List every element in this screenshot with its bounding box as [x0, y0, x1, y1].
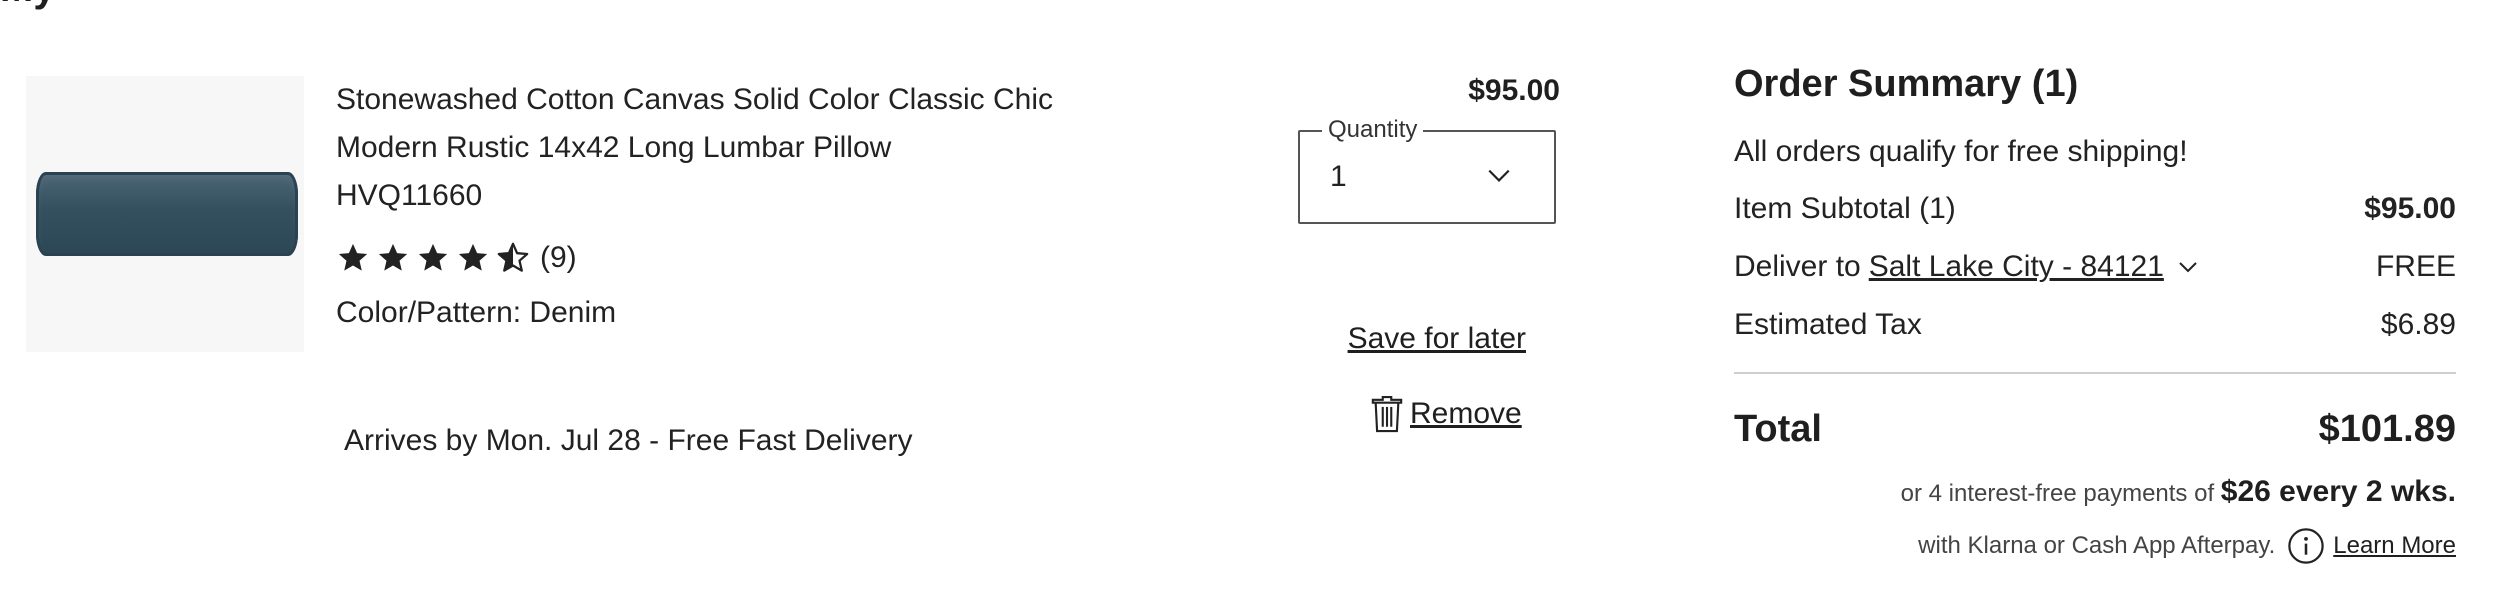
chevron-down-icon [1488, 169, 1510, 182]
product-sku: HVQ11660 [336, 179, 483, 212]
remove-button[interactable]: Remove [1370, 394, 1522, 434]
order-summary: Order Summary (1) All orders qualify for… [1734, 56, 2456, 566]
rating-row[interactable]: (9) [336, 238, 1056, 278]
deliver-location-link[interactable]: Salt Lake City - 84121 [1869, 250, 2164, 284]
color-pattern: Color/Pattern: Denim [336, 296, 617, 329]
star-icon [338, 243, 368, 271]
estimated-tax-label: Estimated Tax [1734, 308, 1922, 341]
installment-amount: $26 every 2 wks. [2220, 475, 2456, 508]
product-image[interactable] [26, 76, 304, 352]
lumbar-pillow-image [36, 172, 298, 256]
installment-prefix: or 4 interest-free payments of [1900, 480, 2215, 507]
cart-page: My Stonewashed Cotton Canvas Solid Color… [0, 0, 2494, 608]
delivery-estimate: Arrives by Mon. Jul 28 - Free Fast Deliv… [344, 424, 913, 457]
save-for-later-link[interactable]: Save for later [1340, 322, 1526, 356]
half-star-icon [497, 242, 529, 272]
rating-count: (9) [540, 241, 577, 274]
trash-icon [1371, 395, 1403, 433]
info-icon[interactable] [2287, 527, 2325, 565]
item-subtotal-row: Item Subtotal (1) $95.00 [1734, 180, 2456, 238]
item-price: $95.00 [1468, 74, 1560, 107]
item-subtotal-label: Item Subtotal (1) [1734, 192, 1956, 225]
installment-provider-line: with Klarna or Cash App Afterpay. Learn … [1734, 526, 2456, 566]
order-summary-title: Order Summary (1) [1734, 63, 2079, 105]
delivery-cost: FREE [2375, 250, 2456, 283]
installment-provider: with Klarna or Cash App Afterpay. [1918, 532, 2276, 559]
estimated-tax-value: $6.89 [2380, 308, 2456, 341]
summary-divider [1734, 372, 2456, 374]
page-heading-fragment: My [0, 0, 60, 10]
star-icon [458, 243, 488, 271]
total-value: $101.89 [2318, 407, 2456, 450]
deliver-to-row: Deliver to Salt Lake City - 84121 FREE [1734, 238, 2456, 296]
quantity-select[interactable]: Quantity 1 [1298, 117, 1556, 224]
product-title[interactable]: Stonewashed Cotton Canvas Solid Color Cl… [336, 76, 1056, 172]
product-info: Stonewashed Cotton Canvas Solid Color Cl… [336, 76, 1056, 330]
learn-more-link[interactable]: Learn More [2333, 532, 2456, 560]
chevron-down-icon[interactable] [2176, 255, 2200, 279]
item-subtotal-value: $95.00 [2364, 192, 2456, 225]
quantity-label: Quantity [1322, 117, 1424, 143]
installment-info: or 4 interest-free payments of $26 every… [1734, 474, 2456, 512]
deliver-to: Deliver to Salt Lake City - 84121 [1734, 250, 2200, 284]
estimated-tax-row: Estimated Tax $6.89 [1734, 296, 2456, 354]
star-icon [418, 243, 448, 271]
deliver-to-label: Deliver to [1734, 250, 1861, 283]
star-icon [378, 243, 408, 271]
total-row: Total $101.89 [1734, 392, 2456, 466]
free-shipping-note: All orders qualify for free shipping! [1734, 135, 2188, 168]
quantity-value: 1 [1330, 160, 1347, 193]
total-label: Total [1734, 407, 1822, 450]
remove-label: Remove [1410, 397, 1522, 430]
